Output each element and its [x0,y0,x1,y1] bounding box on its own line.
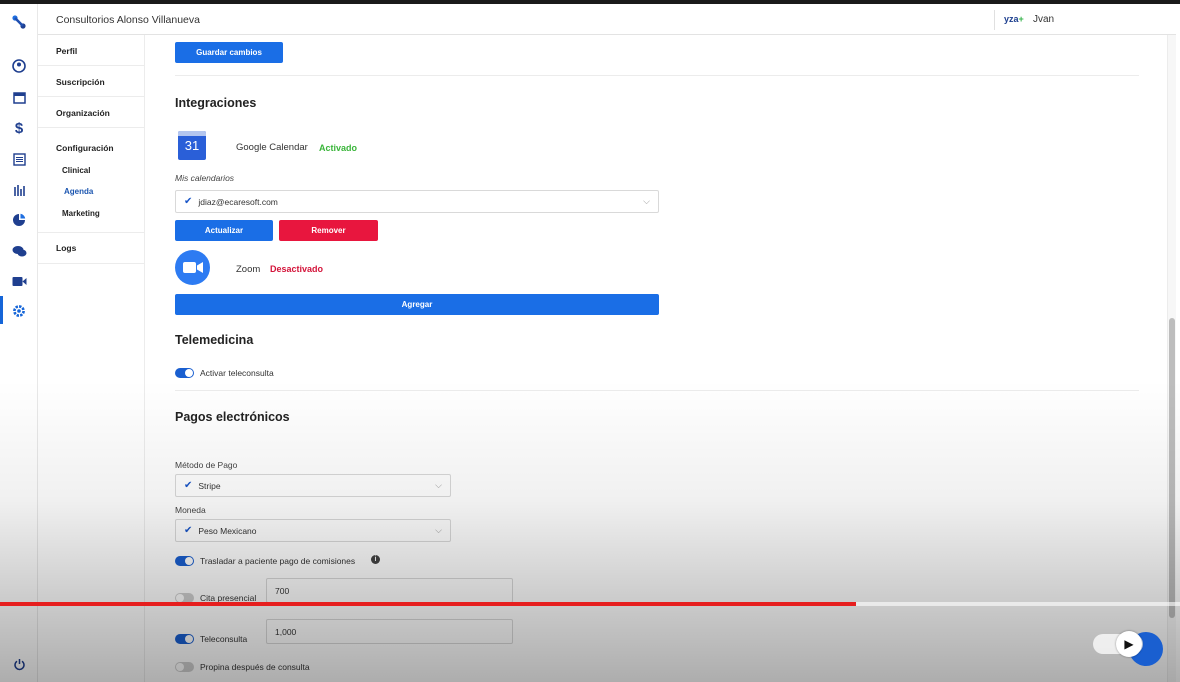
teleconsulta-toggle[interactable] [175,368,194,378]
zoom-status: Desactivado [270,264,324,274]
remove-calendar-button[interactable]: Remover [279,220,378,241]
calendar-icon[interactable] [9,87,29,107]
analytics-icon[interactable] [9,210,29,230]
dollar-icon[interactable]: $ [9,118,29,138]
settings-panel: Guardar cambios Integraciones 31 Google … [145,35,1167,682]
app-logo-icon[interactable] [9,12,29,32]
nav-subitem-marketing[interactable]: Marketing [62,209,100,218]
payment-method-select[interactable]: ✔ Stripe ⌵ [175,474,451,497]
chart-icon[interactable] [9,180,29,200]
propina-toggle[interactable] [175,662,194,672]
currency-value: Peso Mexicano [198,525,257,536]
user-name[interactable]: Jvan [1033,14,1054,25]
nav-subitem-agenda[interactable]: Agenda [64,187,93,196]
video-progress-bar[interactable] [0,602,1180,606]
chevron-down-icon: ⌵ [435,525,442,535]
chevron-down-icon: ⌵ [643,196,650,206]
chat-icon[interactable] [9,241,29,261]
integraciones-heading: Integraciones [175,96,257,110]
currency-label: Moneda [175,505,206,515]
calendar-select-value: jdiaz@ecaresoft.com [198,196,278,207]
video-progress-fill [0,602,856,606]
check-icon: ✔ [184,525,193,536]
teleconsulta-price-value: 1,000 [275,626,297,637]
list-icon[interactable] [9,149,29,169]
check-icon: ✔ [184,480,193,491]
google-calendar-icon: 31 [178,131,206,160]
autoplay-toggle[interactable]: ▶ [1093,631,1143,657]
cita-presencial-input[interactable]: 700 [266,578,513,603]
header-separator [994,10,995,30]
top-header: Consultorios Alonso Villanueva yza+ Jvan [38,4,1176,35]
teleconsulta-price-input[interactable]: 1,000 [266,619,513,644]
currency-select[interactable]: ✔ Peso Mexicano ⌵ [175,519,451,542]
section-divider [175,390,1139,391]
profile-icon[interactable] [9,56,29,76]
power-icon[interactable] [9,654,29,674]
zoom-name: Zoom [236,264,261,275]
payment-method-value: Stripe [198,480,221,491]
teleconsulta-price-toggle[interactable] [175,634,194,644]
section-divider [175,75,1139,76]
calendars-label: Mis calendarios [175,173,235,183]
nav-item-suscripcion[interactable]: Suscripción [38,66,145,97]
google-calendar-name: Google Calendar [236,142,308,153]
save-changes-button[interactable]: Guardar cambios [175,42,283,63]
scrollbar-thumb[interactable] [1169,318,1175,618]
brand-logo: yza+ [1004,14,1024,24]
nav-subitem-clinical[interactable]: Clinical [62,166,90,175]
info-icon[interactable]: i [371,555,380,564]
teleconsulta-toggle-label: Activar teleconsulta [200,368,274,378]
zoom-icon [175,250,210,285]
chevron-down-icon: ⌵ [435,480,442,490]
nav-item-organizacion[interactable]: Organización [38,97,145,128]
comisiones-toggle[interactable] [175,556,194,566]
nav-item-logs[interactable]: Logs [38,233,145,264]
add-zoom-button[interactable]: Agregar [175,294,659,315]
telemedicina-heading: Telemedicina [175,333,254,347]
check-icon: ✔ [184,196,193,207]
payment-method-label: Método de Pago [175,460,238,470]
settings-icon[interactable] [9,301,29,321]
cita-presencial-value: 700 [275,585,290,596]
play-icon: ▶ [1116,631,1142,657]
update-calendar-button[interactable]: Actualizar [175,220,273,241]
nav-item-perfil[interactable]: Perfil [38,35,145,66]
calendar-select[interactable]: ✔ jdiaz@ecaresoft.com ⌵ [175,190,659,213]
settings-nav: Perfil Suscripción Organización Configur… [38,35,145,682]
google-calendar-status: Activado [319,143,358,153]
video-icon[interactable] [9,271,29,291]
pagos-heading: Pagos electrónicos [175,410,290,424]
icon-rail: $ [0,4,38,682]
propina-label: Propina después de consulta [200,662,310,672]
organization-title: Consultorios Alonso Villanueva [56,14,200,26]
comisiones-label: Trasladar a paciente pago de comisiones [200,556,356,566]
nav-item-configuracion-label: Configuración [56,143,114,153]
page-scrollbar[interactable] [1167,35,1176,682]
teleconsulta-price-label: Teleconsulta [200,634,248,644]
rail-active-indicator [0,296,3,324]
